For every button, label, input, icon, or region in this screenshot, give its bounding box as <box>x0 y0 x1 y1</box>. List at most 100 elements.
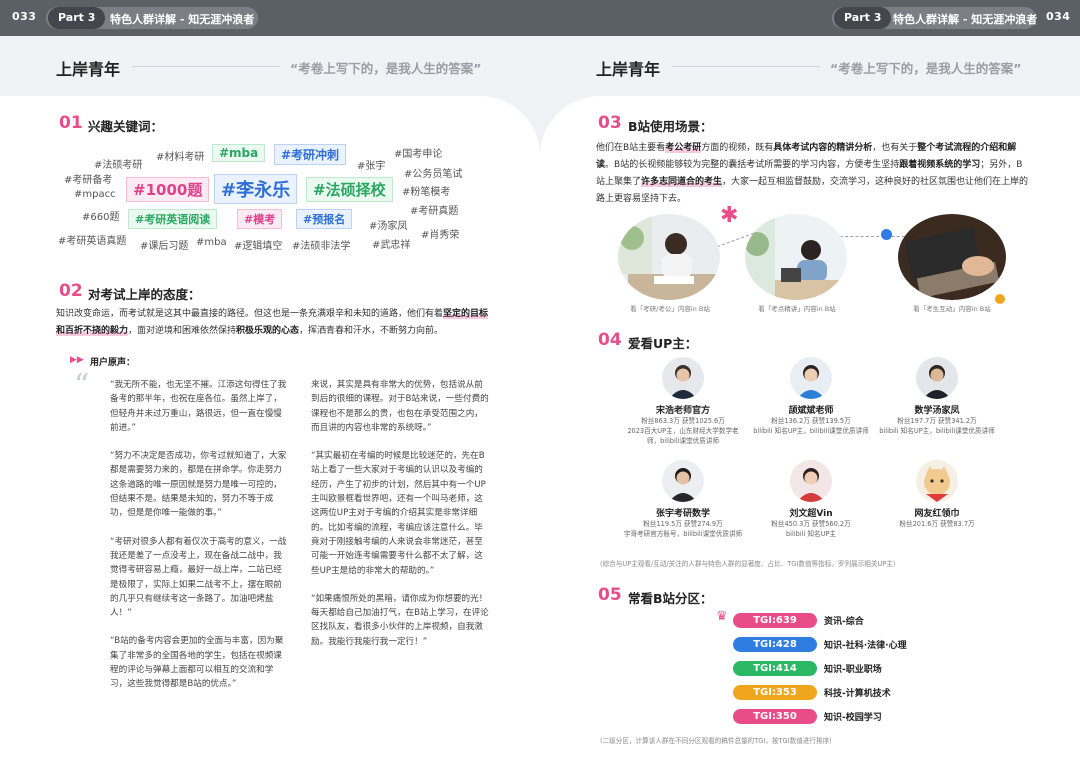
photo-caption: 看「考点精讲」内容in B站 <box>758 305 836 313</box>
connector-line <box>840 236 910 237</box>
up-name: 数学汤家凤 <box>914 406 960 416</box>
user-quote: “考研对很多人都有着仅次于高考的意义，一战我还是差了一点没考上，现在备战二战中，… <box>110 536 287 619</box>
bold-text: 具体考试内容的精讲分析 <box>773 143 873 153</box>
up-desc: 粉丝450.3万 获赞560.2万 bilibili 知名UP主 <box>771 520 851 538</box>
highlight-text: 考公考研 <box>665 143 702 153</box>
play-arrow-icon: ▶▶ <box>70 355 84 365</box>
up-desc: 粉丝136.2万 获赞139.5万 bilibili 知名UP主，bilibil… <box>753 417 869 435</box>
blue-dot-icon <box>881 229 892 240</box>
crown-icon: ♛ <box>716 609 728 624</box>
scene-paragraph: 他们在B站主要看考公考研方面的视频，既有具体考试内容的精讲分析，也有关于整个考试… <box>596 140 1030 208</box>
quote-mark-icon: “ <box>74 368 90 403</box>
tgi-footnote: （二级分区，计算该人群在不同分区观看的稿件总量的TGI，按TGI数值进行排序） <box>596 737 836 745</box>
section-title-01: 兴趣关键词： <box>88 119 164 134</box>
page-title-right: 上岸青年 <box>596 60 661 79</box>
highlight-text: 许多志同道合的考生 <box>641 177 723 187</box>
part-badge-right: Part 3 <box>834 7 892 29</box>
up-desc: 粉丝119.5万 获赞274.9万 宇哥考研官方账号，bilibili课堂优质讲… <box>623 520 743 538</box>
up-avatar <box>662 460 704 502</box>
section-title-05: 常看B站分区： <box>628 591 713 606</box>
scene-photo-laptop <box>898 214 1006 300</box>
asterisk-icon: ✱ <box>720 203 739 228</box>
keyword: #材料考研 <box>156 152 205 163</box>
user-quote: “其实最初在考编的时候是比较迷茫的，先在B站上看了一些大家对于考编的认识以及考编… <box>311 451 486 576</box>
text-run: ，也有关于 <box>872 143 918 153</box>
user-quote: 来说，其实是具有非常大的优势，包括说从前到后的很细的课程。对于B站来说，一些付费… <box>311 380 489 433</box>
keyword: #考研备考 <box>64 175 113 186</box>
up-desc: 粉丝197.7万 获赞341.2万 bilibili 知名UP主，bilibil… <box>879 417 995 435</box>
up-avatar <box>790 357 832 399</box>
photo-caption: 看「考生互动」内容in B站 <box>913 305 991 313</box>
section-title-03: B站使用场景： <box>628 119 713 134</box>
keyword-highlight: #预报名 <box>296 209 353 229</box>
text-run: 知识改变命运，而考试就是这其中最直接的路径。但这也是一条充满艰辛和未知的道路，他… <box>56 309 444 319</box>
quotes-column-2: 来说，其实是具有非常大的优势，包括说从前到后的很细的课程。对于B站来说，一些付费… <box>311 378 489 663</box>
keyword: #张宇 <box>357 161 386 172</box>
user-voice-label: 用户原声： <box>90 358 136 368</box>
keyword-highlight: #李永乐 <box>214 174 298 204</box>
keyword-highlight: #考研英语阅读 <box>128 209 218 229</box>
tgi-pill: TGI:428 <box>733 637 817 652</box>
keyword: #肖秀荣 <box>421 230 460 241</box>
tgi-label: 知识-社科·法律·心理 <box>824 641 907 651</box>
keyword-highlight: #mba <box>212 144 266 162</box>
photo-caption: 看「考研/考公」内容in B站 <box>630 305 710 313</box>
up-name: 刘文超Vin <box>789 509 833 519</box>
up-avatar <box>790 460 832 502</box>
keyword-highlight: #考研冲刺 <box>274 144 347 165</box>
keyword-highlight: #1000题 <box>126 177 210 202</box>
up-name: 网友红领巾 <box>914 509 960 519</box>
part-badge-left: Part 3 <box>48 7 106 29</box>
text-run: 方面的视频，既有 <box>701 143 774 153</box>
keyword: #mba <box>196 237 227 248</box>
section-number-04: 04 <box>598 330 622 350</box>
keyword: #武忠祥 <box>372 240 411 251</box>
keyword: #考研真题 <box>410 206 459 217</box>
page-quote-right: “考卷上写下的，是我人生的答案” <box>830 61 1022 76</box>
keyword-highlight: #法硕择校 <box>306 177 393 202</box>
up-name: 宋浩老师官方 <box>655 406 710 416</box>
keyword: #公务员笔试 <box>404 169 463 180</box>
up-name: 颉斌斌老师 <box>788 406 834 416</box>
tgi-pill: TGI:350 <box>733 709 817 724</box>
title-divider-right <box>672 66 820 67</box>
section-number-01: 01 <box>59 113 83 133</box>
keyword: #法硕考研 <box>94 160 143 171</box>
tgi-pill: TGI:414 <box>733 661 817 676</box>
attitude-paragraph: 知识改变命运，而考试就是这其中最直接的路径。但这也是一条充满艰辛和未知的道路，他… <box>56 306 490 340</box>
scene-photo-lecture <box>745 214 847 300</box>
user-quote: “如果痛恨所处的黑暗，请你成为你想要的光！每天都给自己加油打气，在B站上学习，在… <box>311 593 489 647</box>
tgi-label: 知识-校园学习 <box>824 713 882 723</box>
keyword: #660题 <box>82 212 120 223</box>
bold-text: 积极乐观的心态 <box>236 326 300 336</box>
scene-photo-study <box>618 214 720 300</box>
quotes-column-1: “我无所不能，也无坚不摧。江添这句得住了我备考的那半年，也祝在座各位。虽然上岸了… <box>110 378 288 706</box>
user-quote: “努力不决定是否成功，你考过就知道了，大家都是需要努力来的，都是在拼命学。你走努… <box>110 451 287 519</box>
keyword: #mpacc <box>74 189 116 200</box>
up-desc: 粉丝863.3万 获赞1025.6万 2023百大UP主，山东财经大学数学老师，… <box>627 417 739 445</box>
text-run: ，挥洒青春和汗水，不断努力向前。 <box>299 326 444 336</box>
up-footnote: （综合与UP主观看/互动/关注的人群与特色人群的显著度、占比、TGI数值等指标，… <box>596 560 900 568</box>
section-title-02: 对考试上岸的态度： <box>88 287 201 302</box>
page-number-left: 033 <box>12 10 37 23</box>
keyword: #粉笔模考 <box>402 187 451 198</box>
page-number-right: 034 <box>1046 10 1071 23</box>
section-number-03: 03 <box>598 113 622 133</box>
section-number-05: 05 <box>598 585 622 605</box>
tgi-label: 科技-计算机技术 <box>824 689 891 699</box>
section-title-04: 爱看UP主： <box>628 336 698 351</box>
user-quote: “B站的备考内容会更加的全面与丰富，因为聚集了非常多的全国各地的学生，包括在视频… <box>110 636 284 690</box>
up-avatar <box>662 357 704 399</box>
section-number-02: 02 <box>59 281 83 301</box>
text-run: 他们在B站主要看 <box>596 143 666 153</box>
up-avatar <box>916 357 958 399</box>
chapter-title-right: 特色人群详解 - 知无涯冲浪者 <box>893 13 1038 26</box>
tgi-label: 资讯-综合 <box>824 617 864 627</box>
title-divider-left <box>132 66 280 67</box>
keyword: #法硕非法学 <box>292 241 351 252</box>
up-desc: 粉丝201.6万 获赞83.7万 <box>899 520 975 528</box>
chapter-title-left: 特色人群详解 - 知无涯冲浪者 <box>110 13 255 26</box>
top-bar: 033 Part 3 特色人群详解 - 知无涯冲浪者 Part 3 特色人群详解… <box>0 0 1080 36</box>
text-run: 。B站的长视频能够较为完整的囊括考试所需要的学习内容，方便考生坚持 <box>605 160 900 170</box>
tgi-pill: TGI:639 <box>733 613 817 628</box>
